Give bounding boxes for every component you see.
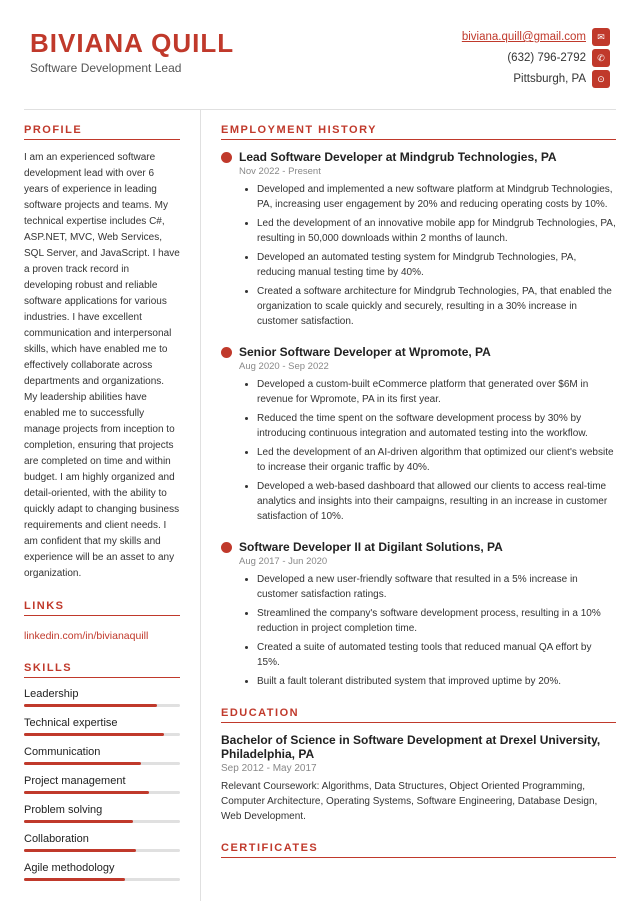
job-dates: Nov 2022 - Present: [239, 166, 616, 177]
job-bullet: Developed a web-based dashboard that all…: [257, 479, 616, 524]
job-dot: [221, 347, 232, 358]
skill-bar-background: [24, 762, 180, 765]
job-bullet: Streamlined the company's software devel…: [257, 606, 616, 636]
profile-section-title: PROFILE: [24, 124, 180, 140]
job-header: Lead Software Developer at Mindgrub Tech…: [221, 150, 616, 164]
skill-bar-fill: [24, 733, 164, 736]
education-section-title: EDUCATION: [221, 707, 616, 723]
left-column: PROFILE I am an experienced software dev…: [0, 110, 200, 901]
skill-bar-fill: [24, 762, 141, 765]
skill-bar-background: [24, 849, 180, 852]
skill-bar-background: [24, 820, 180, 823]
skill-bar-fill: [24, 791, 149, 794]
skill-item: Leadership: [24, 688, 180, 707]
job-dot: [221, 152, 232, 163]
phone-icon: ✆: [592, 49, 610, 67]
phone-row: (632) 796-2792 ✆: [462, 49, 610, 67]
skill-name: Problem solving: [24, 804, 180, 816]
email-row: biviana.quill@gmail.com ✉: [462, 28, 610, 46]
job-dates: Aug 2020 - Sep 2022: [239, 361, 616, 372]
skill-item: Agile methodology: [24, 862, 180, 881]
job-bullet: Developed a custom-built eCommerce platf…: [257, 377, 616, 407]
job-entry: Lead Software Developer at Mindgrub Tech…: [221, 150, 616, 329]
edu-coursework: Relevant Coursework: Algorithms, Data St…: [221, 779, 616, 824]
skill-item: Collaboration: [24, 833, 180, 852]
email-text: biviana.quill@gmail.com: [462, 31, 586, 43]
phone-text: (632) 796-2792: [507, 52, 586, 64]
job-bullet: Reduced the time spent on the software d…: [257, 411, 616, 441]
linkedin-link[interactable]: linkedin.com/in/bivianaquill: [24, 630, 148, 642]
job-bullet: Developed and implemented a new software…: [257, 182, 616, 212]
header-right: biviana.quill@gmail.com ✉ (632) 796-2792…: [462, 28, 610, 91]
skill-bar-background: [24, 704, 180, 707]
links-section: linkedin.com/in/bivianaquill: [24, 626, 180, 644]
jobs-list: Lead Software Developer at Mindgrub Tech…: [221, 150, 616, 689]
right-column: EMPLOYMENT HISTORY Lead Software Develop…: [200, 110, 640, 901]
skill-bar-background: [24, 791, 180, 794]
job-bullets: Developed a custom-built eCommerce platf…: [245, 377, 616, 524]
edu-degree: Bachelor of Science in Software Developm…: [221, 733, 616, 761]
location-icon: ⊙: [592, 70, 610, 88]
profile-text: I am an experienced software development…: [24, 150, 180, 582]
main-content: PROFILE I am an experienced software dev…: [0, 110, 640, 921]
location-text: Pittsburgh, PA: [513, 73, 586, 85]
candidate-name: BIVIANA QUILL: [30, 28, 234, 59]
job-bullet: Led the development of an innovative mob…: [257, 216, 616, 246]
skill-name: Technical expertise: [24, 717, 180, 729]
employment-section-title: EMPLOYMENT HISTORY: [221, 124, 616, 140]
job-bullet: Created a software architecture for Mind…: [257, 284, 616, 329]
education-block: Bachelor of Science in Software Developm…: [221, 733, 616, 824]
job-entry: Software Developer II at Digilant Soluti…: [221, 540, 616, 689]
skills-section-title: SKILLS: [24, 662, 180, 678]
links-section-title: LINKS: [24, 600, 180, 616]
candidate-title: Software Development Lead: [30, 61, 234, 75]
job-header: Software Developer II at Digilant Soluti…: [221, 540, 616, 554]
skill-item: Project management: [24, 775, 180, 794]
email-icon: ✉: [592, 28, 610, 46]
job-bullet: Built a fault tolerant distributed syste…: [257, 674, 616, 689]
job-header: Senior Software Developer at Wpromote, P…: [221, 345, 616, 359]
skills-list: Leadership Technical expertise Communica…: [24, 688, 180, 881]
skill-bar-background: [24, 733, 180, 736]
skill-name: Collaboration: [24, 833, 180, 845]
skill-name: Agile methodology: [24, 862, 180, 874]
job-title: Senior Software Developer at Wpromote, P…: [239, 345, 491, 359]
job-bullets: Developed a new user-friendly software t…: [245, 572, 616, 689]
skill-bar-fill: [24, 849, 136, 852]
skill-name: Communication: [24, 746, 180, 758]
skill-bar-fill: [24, 704, 157, 707]
job-bullet: Led the development of an AI-driven algo…: [257, 445, 616, 475]
job-bullet: Developed a new user-friendly software t…: [257, 572, 616, 602]
skill-bar-fill: [24, 878, 125, 881]
edu-dates: Sep 2012 - May 2017: [221, 763, 616, 774]
skill-bar-fill: [24, 820, 133, 823]
job-title: Lead Software Developer at Mindgrub Tech…: [239, 150, 557, 164]
certificates-section-title: CERTIFICATES: [221, 842, 616, 858]
header: BIVIANA QUILL Software Development Lead …: [0, 0, 640, 109]
skill-bar-background: [24, 878, 180, 881]
job-dates: Aug 2017 - Jun 2020: [239, 556, 616, 567]
location-row: Pittsburgh, PA ⊙: [462, 70, 610, 88]
header-left: BIVIANA QUILL Software Development Lead: [30, 28, 234, 75]
job-entry: Senior Software Developer at Wpromote, P…: [221, 345, 616, 524]
skill-item: Problem solving: [24, 804, 180, 823]
skill-name: Leadership: [24, 688, 180, 700]
resume-page: BIVIANA QUILL Software Development Lead …: [0, 0, 640, 921]
skill-name: Project management: [24, 775, 180, 787]
skill-item: Technical expertise: [24, 717, 180, 736]
job-bullet: Developed an automated testing system fo…: [257, 250, 616, 280]
job-bullet: Created a suite of automated testing too…: [257, 640, 616, 670]
job-dot: [221, 542, 232, 553]
skill-item: Communication: [24, 746, 180, 765]
job-title: Software Developer II at Digilant Soluti…: [239, 540, 503, 554]
job-bullets: Developed and implemented a new software…: [245, 182, 616, 329]
